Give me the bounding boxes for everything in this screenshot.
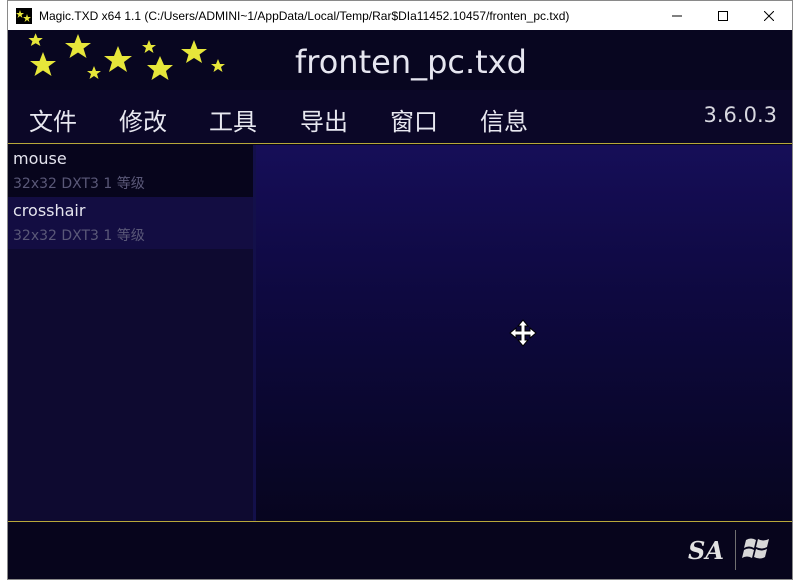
move-cursor-icon (509, 319, 537, 347)
app-window: Magic.TXD x64 1.1 (C:/Users/ADMINI~1/App… (7, 0, 793, 580)
maximize-icon (718, 10, 728, 21)
menu-info[interactable]: 信息 (480, 102, 528, 137)
texture-item-crosshair[interactable]: crosshair 32x32 DXT3 1 等级 (8, 197, 253, 249)
minimize-icon (672, 15, 682, 16)
texture-name: mouse (13, 149, 67, 168)
menu-tools[interactable]: 工具 (209, 102, 257, 137)
menu-bar: 文件 修改 工具 导出 窗口 信息 3.6.0.3 (8, 90, 792, 144)
file-title: fronten_pc.txd (295, 43, 527, 81)
texture-preview[interactable] (256, 145, 792, 521)
close-button[interactable] (746, 1, 792, 30)
stars-logo (28, 33, 225, 80)
title-bar[interactable]: Magic.TXD x64 1.1 (C:/Users/ADMINI~1/App… (8, 1, 792, 30)
minimize-button[interactable] (654, 1, 700, 30)
footer: SA (8, 521, 792, 579)
menu-export[interactable]: 导出 (300, 102, 348, 137)
window-controls (654, 1, 792, 30)
windows-logo-icon (742, 538, 769, 559)
window-title: Magic.TXD x64 1.1 (C:/Users/ADMINI~1/App… (39, 8, 570, 23)
maximize-button[interactable] (700, 1, 746, 30)
header: fronten_pc.txd (8, 30, 792, 90)
menu-edit[interactable]: 修改 (119, 102, 167, 137)
app-icon (16, 7, 32, 24)
menu-window[interactable]: 窗口 (390, 102, 438, 137)
menu-file[interactable]: 文件 (29, 102, 77, 137)
footer-divider (735, 530, 736, 570)
version-label: 3.6.0.3 (703, 103, 777, 127)
texture-list: mouse 32x32 DXT3 1 等级 crosshair 32x32 DX… (8, 145, 256, 521)
texture-item-mouse[interactable]: mouse 32x32 DXT3 1 等级 (8, 145, 253, 197)
texture-info: 32x32 DXT3 1 等级 (13, 176, 145, 192)
sa-logo: SA (688, 536, 724, 565)
texture-info: 32x32 DXT3 1 等级 (13, 228, 145, 244)
texture-name: crosshair (13, 201, 86, 220)
close-icon (764, 10, 774, 21)
